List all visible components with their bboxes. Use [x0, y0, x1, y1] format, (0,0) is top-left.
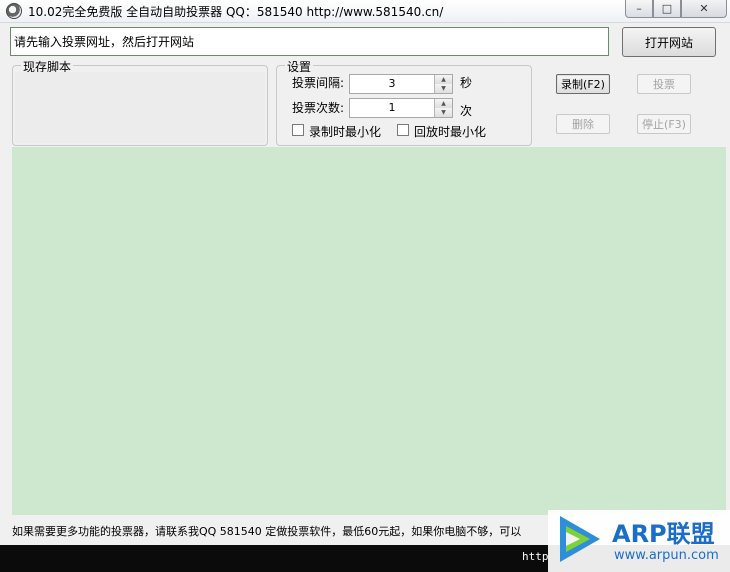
title-bar[interactable]: 10.02完全免费版 全自动自助投票器 QQ：581540 http://www… — [0, 0, 730, 23]
minimize-on-replay-label: 回放时最小化 — [414, 125, 487, 139]
watermark-site: www.arpun.com — [614, 548, 719, 563]
close-button[interactable]: ✕ — [681, 0, 727, 18]
count-unit: 次 — [460, 104, 473, 118]
app-window: 10.02完全免费版 全自动自助投票器 QQ：581540 http://www… — [0, 0, 730, 572]
settings-group-title: 设置 — [285, 58, 314, 75]
app-icon — [6, 3, 22, 19]
open-site-button[interactable]: 打开网站 — [622, 27, 716, 57]
window-controls: – □ ✕ — [625, 0, 727, 18]
spin-down-icon[interactable]: ▼ — [434, 84, 452, 93]
interval-spinner[interactable]: 3 ▲ ▼ — [349, 74, 453, 94]
web-browser-area[interactable] — [12, 147, 726, 515]
minimize-on-record-checkbox[interactable] — [292, 124, 304, 136]
play-logo-icon — [560, 516, 600, 562]
scripts-group: 现存脚本 — [12, 58, 268, 146]
record-button[interactable]: 录制(F2) — [556, 74, 610, 94]
window-title: 10.02完全免费版 全自动自助投票器 QQ：581540 http://www… — [28, 5, 444, 19]
count-value[interactable]: 1 — [350, 101, 434, 114]
minimize-on-replay-checkbox[interactable] — [397, 124, 409, 136]
minimize-button[interactable]: – — [625, 0, 653, 18]
settings-group: 设置 投票间隔: 3 ▲ ▼ 秒 投票次数: 1 ▲ ▼ 次 录制时最小化 回放… — [276, 58, 532, 146]
minimize-on-record-label: 录制时最小化 — [309, 125, 382, 139]
footer-url: http — [522, 550, 549, 563]
watermark: ARP联盟 www.arpun.com — [548, 510, 730, 572]
spin-down-icon[interactable]: ▼ — [434, 108, 452, 117]
interval-label: 投票间隔: — [292, 76, 345, 90]
maximize-button[interactable]: □ — [653, 0, 681, 18]
count-spinner[interactable]: 1 ▲ ▼ — [349, 98, 453, 118]
url-input[interactable] — [10, 27, 609, 56]
delete-button[interactable]: 删除 — [556, 114, 610, 134]
scripts-list[interactable] — [15, 72, 265, 143]
count-label: 投票次数: — [292, 101, 345, 115]
interval-unit: 秒 — [460, 76, 473, 90]
stop-button[interactable]: 停止(F3) — [637, 114, 691, 134]
watermark-brand: ARP联盟 — [612, 520, 715, 548]
interval-value[interactable]: 3 — [350, 77, 434, 90]
status-text: 如果需要更多功能的投票器，请联系我QQ 581540 定做投票软件，最低60元起… — [12, 525, 522, 538]
vote-button[interactable]: 投票 — [637, 74, 691, 94]
